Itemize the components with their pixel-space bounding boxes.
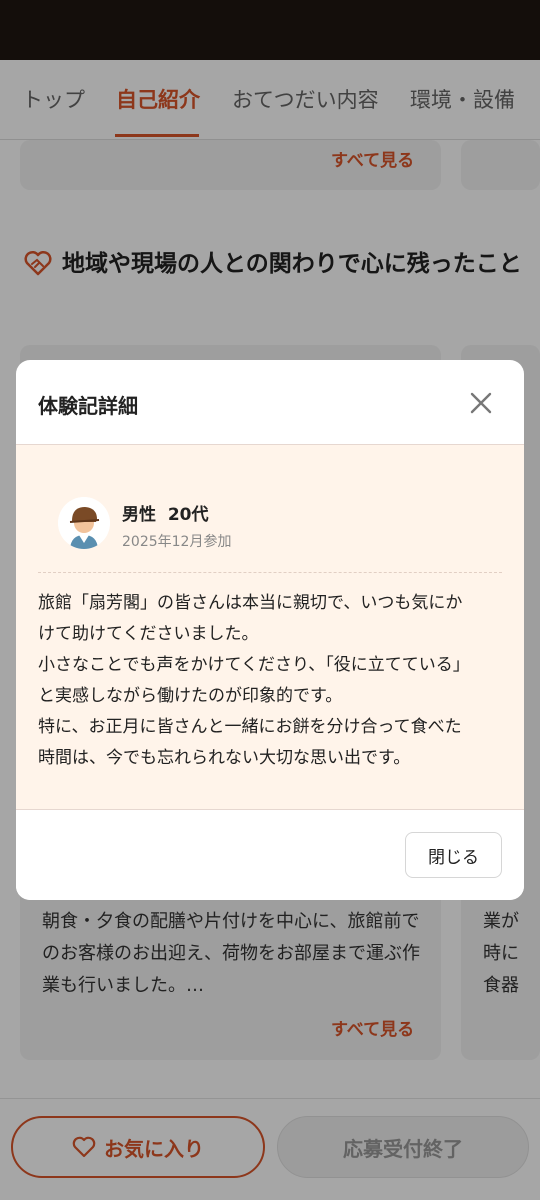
story-line: けて助けてくださいました。	[38, 624, 259, 644]
story-line: 特に、お正月に皆さんと一緒にお餅を分け合って食べた	[38, 717, 462, 737]
experience-detail-modal: 体験記詳細 男性 20代 2025年12月参加 旅館「扇芳閣」の皆さんは本当に親…	[16, 360, 524, 900]
close-button[interactable]: 閉じる	[405, 832, 502, 878]
status-bar	[0, 0, 540, 60]
story-line: 時間は、今でも忘れられない大切な思い出です。	[38, 748, 411, 768]
modal-footer: 閉じる	[16, 809, 524, 900]
user-gender-age: 男性 20代	[122, 505, 209, 525]
story-line: 小さなことでも声をかけてくださり、「役に立てている」	[38, 655, 470, 675]
avatar-icon	[58, 497, 110, 549]
story-text: 旅館「扇芳閣」の皆さんは本当に親切で、いつも気にか けて助けてくださいました。 …	[38, 588, 506, 774]
divider	[38, 572, 502, 573]
close-icon[interactable]	[468, 390, 494, 416]
modal-header: 体験記詳細	[16, 360, 524, 445]
user-join-date: 2025年12月参加	[122, 534, 232, 550]
modal-body: 男性 20代 2025年12月参加 旅館「扇芳閣」の皆さんは本当に親切で、いつも…	[16, 445, 524, 809]
story-line: 旅館「扇芳閣」の皆さんは本当に親切で、いつも気にか	[38, 593, 463, 613]
modal-title: 体験記詳細	[38, 394, 138, 418]
story-line: と実感しながら働けたのが印象的です。	[38, 686, 343, 706]
avatar	[58, 497, 110, 549]
